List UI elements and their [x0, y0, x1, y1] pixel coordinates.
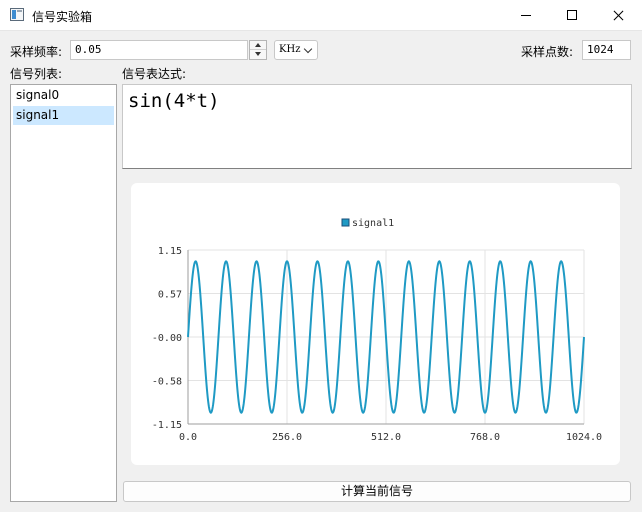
legend-marker [341, 218, 350, 227]
sampling-frequency-input[interactable]: 0.05 [70, 40, 248, 60]
y-tick-label: -0.58 [152, 377, 182, 388]
x-tick-label: 768.0 [470, 432, 500, 443]
y-tick-label: 1.15 [158, 246, 182, 257]
minimize-button[interactable] [503, 0, 549, 31]
maximize-button[interactable] [549, 0, 595, 31]
spin-down-icon[interactable] [250, 50, 266, 59]
y-tick-label: -1.15 [152, 420, 182, 431]
title-bar: 信号实验箱 [0, 0, 642, 31]
x-tick-label: 1024.0 [566, 432, 602, 443]
signal-list[interactable]: signal0 signal1 [10, 84, 117, 502]
signal-list-label: 信号列表: [10, 67, 63, 81]
legend-label: signal1 [352, 218, 394, 229]
sample-count-input[interactable]: 1024 [582, 40, 631, 60]
signal-chart: 0.0 256.0 512.0 768.0 1024.0 1.15 0.57 -0.00 -0.… [152, 218, 602, 443]
expression-label: 信号表达式: [122, 67, 187, 81]
compute-signal-button[interactable]: 计算当前信号 [123, 481, 631, 502]
frequency-unit-value: KHz [279, 44, 301, 55]
frequency-unit-select[interactable]: KHz [274, 40, 318, 60]
sample-count-label: 采样点数: [521, 45, 574, 59]
y-tick-label: -0.00 [152, 333, 182, 344]
x-tick-label: 256.0 [272, 432, 302, 443]
app-icon [10, 8, 24, 21]
close-button[interactable] [595, 0, 641, 31]
x-tick-label: 0.0 [179, 432, 197, 443]
window-title: 信号实验箱 [32, 10, 93, 24]
chart-panel: 0.0 256.0 512.0 768.0 1024.0 1.15 0.57 -0.00 -0.… [131, 183, 620, 465]
y-tick-label: 0.57 [158, 290, 182, 301]
expression-input[interactable]: sin(4*t) [122, 84, 632, 169]
x-tick-label: 512.0 [371, 432, 401, 443]
list-item-signal1[interactable]: signal1 [13, 106, 114, 125]
spin-up-icon[interactable] [250, 41, 266, 50]
list-item-signal0[interactable]: signal0 [13, 86, 114, 105]
frequency-spinner[interactable] [249, 40, 267, 60]
sampling-frequency-label: 采样频率: [10, 45, 63, 59]
chevron-down-icon [303, 44, 313, 54]
